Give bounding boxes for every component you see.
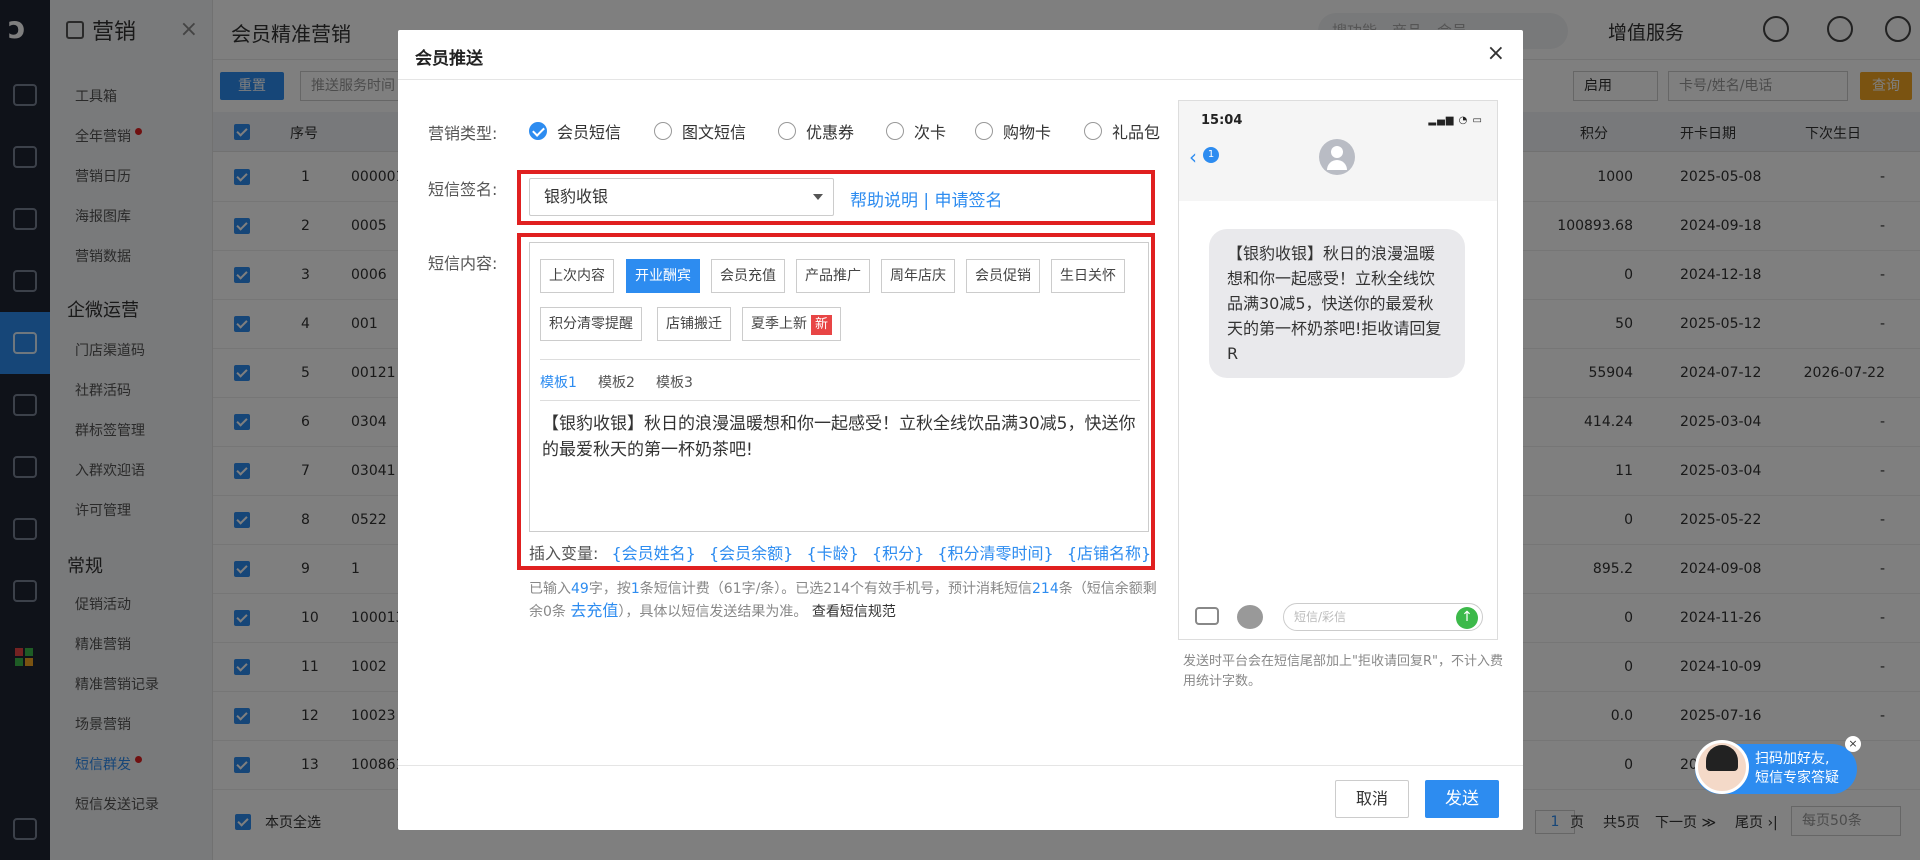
radio-icon [778,122,796,140]
checked-icon [529,122,547,140]
expert-help-widget[interactable]: 扫码加好友, 短信专家答疑 × [1695,736,1861,794]
tag-summer-new[interactable]: 夏季上新新 [742,307,842,341]
sms-editor: 上次内容 开业酬宾 会员充值 产品推广 周年店庆 会员促销 生日关怀 积分清零提… [529,242,1149,532]
recharge-link[interactable]: 去充值 [570,601,618,620]
tab-template-3[interactable]: 模板3 [656,372,693,392]
send-button[interactable]: 发送 [1425,780,1499,818]
sms-content-textarea[interactable]: 【银豹收银】秋日的浪漫温暖想和你一起感受！立秋全线饮品满30减5，快送你的最爱秋… [542,411,1142,463]
modal-footer: 取消 发送 [398,765,1523,830]
insert-variables: 插入变量: {会员姓名} {会员余额} {卡龄} {积分} {积分清零时间} {… [529,544,1152,563]
close-icon[interactable]: × [1845,736,1861,752]
phone-header: 15:04 ▂▄▆ ◔ ▭ ‹ 1 [1179,101,1497,201]
phone-sms-input: 短信/彩信 ↑ [1283,603,1483,631]
var-store-name[interactable]: {店铺名称} [1067,544,1151,563]
phone-time: 15:04 [1201,113,1243,128]
tag-opening[interactable]: 开业酬宾 [626,259,700,293]
apply-sign-link[interactable]: 申请签名 [935,191,1003,211]
radio-icon [886,122,904,140]
push-modal: 会员推送 × 营销类型: 会员短信 图文短信 优惠券 次卡 购物卡 礼品包 短信… [398,30,1523,830]
radio-icon [975,122,993,140]
close-icon[interactable]: × [1487,41,1505,66]
var-points[interactable]: {积分} [872,544,924,563]
modal-title: 会员推送 [415,49,483,69]
expert-help-text: 扫码加好友, 短信专家答疑 [1755,751,1839,786]
tag-anniversary[interactable]: 周年店庆 [881,259,955,293]
tag-store-move[interactable]: 店铺搬迁 [657,307,731,341]
type-label: 营销类型: [428,124,498,143]
tab-template-2[interactable]: 模板2 [598,372,635,392]
phone-preview: 15:04 ▂▄▆ ◔ ▭ ‹ 1 【银豹收银】秋日的浪漫温暖想和你一起感受！立… [1178,100,1498,640]
radio-shopping-card[interactable]: 购物卡 [975,119,1051,143]
send-arrow-icon: ↑ [1456,607,1478,629]
tag-product-promo[interactable]: 产品推广 [796,259,870,293]
signal-icon: ▂▄▆ ◔ ▭ [1428,115,1483,126]
sign-links: 帮助说明 | 申请签名 [850,191,1003,211]
radio-coupon[interactable]: 优惠券 [778,119,854,143]
new-badge: 新 [811,315,833,335]
phone-note: 发送时平台会在短信尾部加上"拒收请回复R"，不计入费用统计字数。 [1183,654,1503,689]
sms-billing-note: 已输入49字，按1条短信计费（61字/条）。已选214个有效手机号，预计消耗短信… [529,581,1157,620]
modal-header: 会员推送 × [398,30,1523,80]
var-balance[interactable]: {会员余额} [709,544,793,563]
cancel-button[interactable]: 取消 [1335,780,1409,818]
radio-count-card[interactable]: 次卡 [886,119,946,143]
appstore-icon [1237,605,1263,629]
tag-member-promo[interactable]: 会员促销 [966,259,1040,293]
back-icon: ‹ [1189,145,1197,169]
var-card-age[interactable]: {卡龄} [806,544,858,563]
phone-input-bar: 短信/彩信 ↑ [1179,599,1497,639]
help-link[interactable]: 帮助说明 [850,191,918,211]
message-bubble: 【银豹收银】秋日的浪漫温暖想和你一起感受！立秋全线饮品满30减5，快送你的最爱秋… [1209,229,1465,378]
expert-avatar-icon [1695,740,1749,794]
contact-avatar-icon [1319,139,1355,175]
radio-gift-pack[interactable]: 礼品包 [1084,119,1160,143]
radio-icon [654,122,672,140]
var-points-clear-time[interactable]: {积分清零时间} [937,544,1053,563]
tag-birthday[interactable]: 生日关怀 [1051,259,1125,293]
content-label: 短信内容: [428,254,498,273]
sign-select[interactable]: 银豹收银 [529,178,834,216]
tab-template-1[interactable]: 模板1 [540,372,577,392]
chevron-down-icon [813,194,823,200]
radio-rich-sms[interactable]: 图文短信 [654,119,746,143]
sign-label: 短信签名: [428,180,498,199]
sms-rule-link[interactable]: 查看短信规范 [812,604,896,620]
template-tabs: 模板1 模板2 模板3 [540,359,1140,401]
tag-recharge[interactable]: 会员充值 [711,259,785,293]
radio-member-sms[interactable]: 会员短信 [529,119,621,143]
tag-last-content[interactable]: 上次内容 [540,259,614,293]
var-member-name[interactable]: {会员姓名} [612,544,696,563]
radio-icon [1084,122,1102,140]
camera-icon [1195,607,1219,625]
tag-points-reminder[interactable]: 积分清零提醒 [540,307,642,341]
unread-badge: 1 [1203,147,1219,163]
